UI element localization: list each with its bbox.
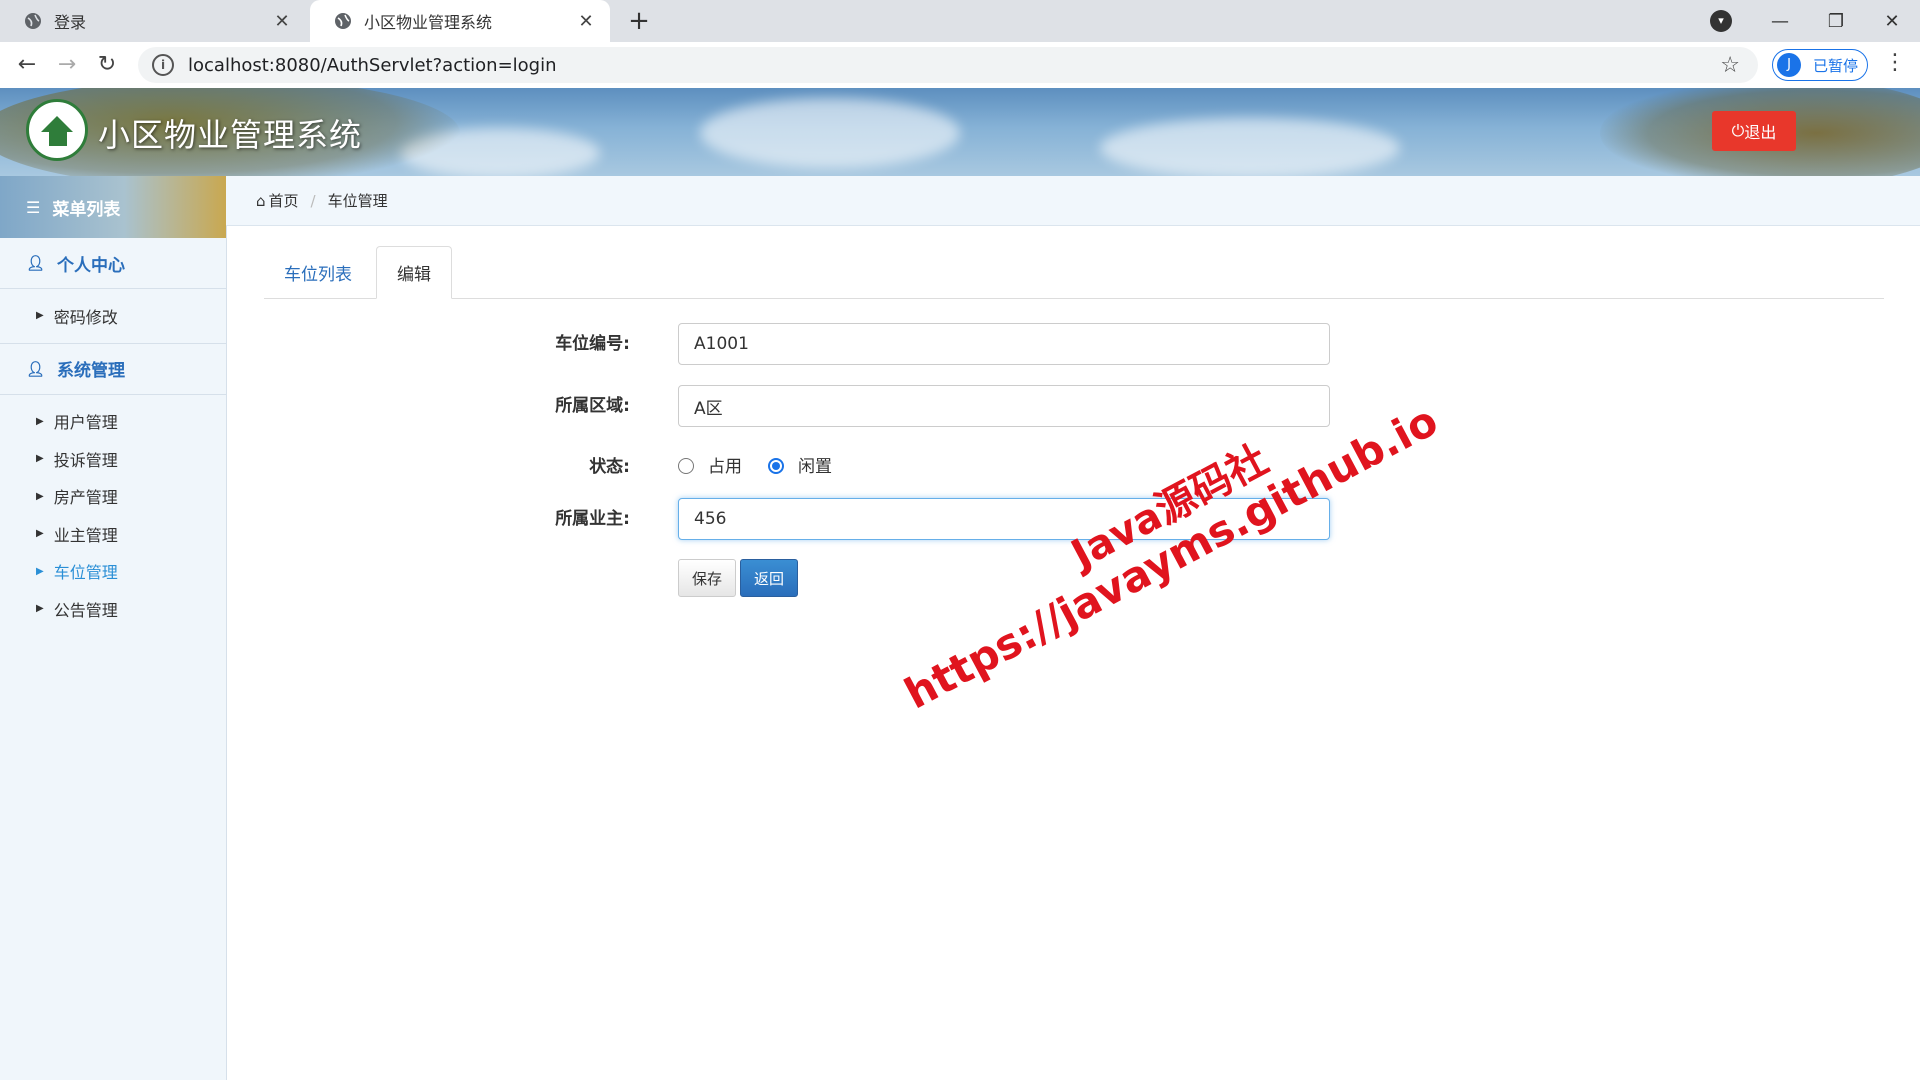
user-icon: 👤︎	[26, 359, 46, 378]
sidebar-submenu: ▶ 用户管理 ▶ 投诉管理 ▶ 房产管理 ▶ 业主管理 ▶ 车位管理 ▶ 公告管…	[0, 395, 226, 636]
sidebar-item-notices[interactable]: ▶ 公告管理	[0, 590, 226, 628]
browser-tab-app[interactable]: 小区物业管理系统 ✕	[310, 0, 610, 42]
app-logo	[26, 99, 88, 161]
close-icon[interactable]: ✕	[576, 11, 596, 32]
breadcrumb: ⌂ 首页 / 车位管理	[226, 176, 1920, 226]
caret-right-icon: ▶	[36, 310, 44, 322]
sidebar: ☰ 菜单列表 👤︎ 个人中心 ▶ 密码修改 👤︎ 系统管理 ▶ 用户管理 ▶ 投…	[0, 176, 227, 1080]
browser-tab-strip: 登录 ✕ 小区物业管理系统 ✕ + ▾ — ❐ ✕	[0, 0, 1920, 42]
breadcrumb-separator: /	[310, 191, 316, 210]
sidebar-item-complaints[interactable]: ▶ 投诉管理	[0, 440, 226, 478]
globe-icon	[335, 13, 351, 29]
caret-right-icon: ▶	[36, 528, 44, 540]
sidebar-group-label: 个人中心	[57, 255, 126, 276]
caret-right-icon: ▶	[36, 490, 44, 502]
restore-icon[interactable]: ❐	[1808, 11, 1864, 32]
caret-right-icon: ▶	[36, 603, 44, 615]
power-icon: ⏻	[1731, 121, 1745, 140]
profile-chip[interactable]: J 已暂停	[1772, 49, 1868, 81]
back-button[interactable]: 返回	[740, 559, 798, 597]
sidebar-item-label: 车位管理	[53, 563, 118, 583]
globe-icon	[25, 13, 41, 29]
tab-title: 登录	[54, 13, 87, 32]
sidebar-group-label: 系统管理	[57, 361, 126, 381]
home-icon: ⌂	[256, 191, 266, 210]
new-tab-button[interactable]: +	[624, 6, 654, 36]
profile-status: 已暂停	[1813, 56, 1859, 75]
reload-icon[interactable]: ↻	[92, 50, 122, 80]
sidebar-heading: ☰ 菜单列表	[0, 176, 226, 238]
status-option-label[interactable]: 占用	[708, 446, 742, 488]
sidebar-item-label: 密码修改	[53, 307, 118, 327]
area-input[interactable]: A区	[678, 385, 1330, 427]
sidebar-item-property[interactable]: ▶ 房产管理	[0, 478, 226, 516]
form-row-space-no: 车位编号: A1001	[440, 323, 1340, 365]
breadcrumb-home[interactable]: 首页	[269, 190, 299, 211]
owner-label: 所属业主:	[555, 509, 630, 529]
save-button[interactable]: 保存	[678, 559, 736, 597]
status-label: 状态:	[589, 457, 630, 477]
address-bar[interactable]: i localhost:8080/AuthServlet?action=logi…	[138, 47, 1758, 83]
tab-edit[interactable]: 编辑	[376, 246, 452, 299]
cloud-decoration	[700, 98, 960, 168]
sidebar-item-label: 业主管理	[53, 525, 118, 545]
browser-tab-login[interactable]: 登录 ✕	[0, 0, 306, 42]
tab-search-icon[interactable]: ▾	[1710, 10, 1732, 32]
sidebar-item-owners[interactable]: ▶ 业主管理	[0, 515, 226, 553]
status-radio-idle[interactable]	[768, 458, 784, 474]
space-no-input[interactable]: A1001	[678, 323, 1330, 365]
url-text[interactable]: localhost:8080/AuthServlet?action=login	[188, 55, 1720, 76]
area-label: 所属区域:	[555, 396, 630, 416]
list-icon: ☰	[26, 197, 41, 217]
more-menu-icon[interactable]: ⋮	[1884, 50, 1906, 75]
sidebar-item-parking[interactable]: ▶ 车位管理	[0, 553, 226, 591]
caret-right-icon: ▶	[36, 415, 44, 427]
status-radio-occupied[interactable]	[678, 458, 694, 474]
sidebar-item-label: 房产管理	[53, 488, 118, 508]
tab-title: 小区物业管理系统	[364, 13, 493, 32]
window-controls: — ❐ ✕	[1752, 0, 1920, 42]
logout-button[interactable]: ⏻ 退出	[1712, 111, 1796, 151]
space-no-label: 车位编号:	[555, 334, 630, 354]
status-option-label[interactable]: 闲置	[798, 446, 832, 488]
avatar: J	[1777, 53, 1801, 77]
sidebar-group-system[interactable]: 👤︎ 系统管理	[0, 342, 226, 395]
app-header: 小区物业管理系统 ⏻ 退出	[0, 88, 1920, 176]
close-window-icon[interactable]: ✕	[1864, 11, 1920, 32]
breadcrumb-current: 车位管理	[327, 192, 388, 210]
sidebar-item-password[interactable]: ▶ 密码修改	[0, 297, 226, 335]
sidebar-heading-label: 菜单列表	[52, 199, 121, 220]
cloud-decoration	[1100, 118, 1400, 176]
app-title: 小区物业管理系统	[98, 116, 363, 154]
sidebar-group-personal[interactable]: 👤︎ 个人中心	[0, 238, 226, 289]
caret-right-icon: ▶	[36, 453, 44, 465]
sidebar-submenu: ▶ 密码修改	[0, 289, 226, 343]
form-row-area: 所属区域: A区	[440, 385, 1340, 427]
back-arrow-icon[interactable]: ←	[12, 50, 42, 80]
star-icon[interactable]: ☆	[1720, 53, 1740, 78]
tab-parking-list[interactable]: 车位列表	[264, 246, 372, 298]
content-tabs: 车位列表 编辑	[264, 246, 1884, 299]
close-icon[interactable]: ✕	[272, 11, 292, 32]
user-icon: 👤︎	[26, 254, 46, 272]
sidebar-item-label: 用户管理	[53, 413, 118, 433]
logout-label: 退出	[1744, 123, 1777, 142]
forward-arrow-icon[interactable]: →	[52, 50, 82, 80]
sidebar-item-label: 投诉管理	[53, 450, 118, 470]
sidebar-item-users[interactable]: ▶ 用户管理	[0, 403, 226, 441]
browser-toolbar: ← → ↻ i localhost:8080/AuthServlet?actio…	[0, 42, 1920, 89]
info-icon[interactable]: i	[152, 54, 174, 76]
sidebar-item-label: 公告管理	[53, 600, 118, 620]
caret-right-icon: ▶	[36, 565, 44, 577]
minimize-icon[interactable]: —	[1752, 11, 1808, 32]
